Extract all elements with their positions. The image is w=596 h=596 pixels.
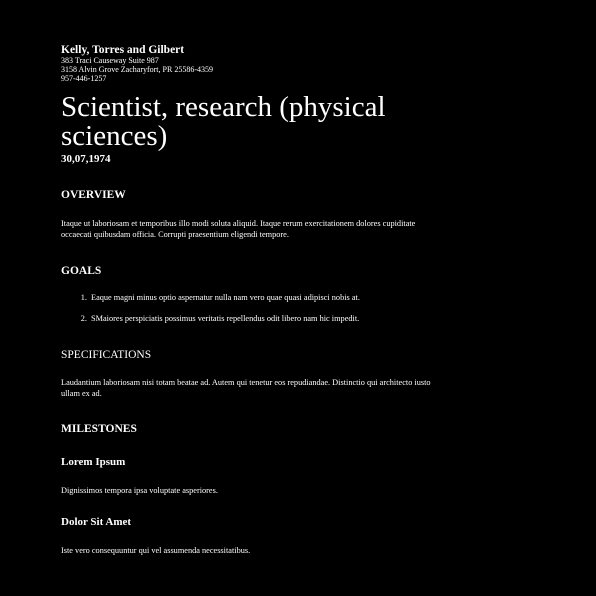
goal-item-1: Eaque magni minus optio aspernatur nulla…	[89, 292, 596, 303]
specifications-section: SPECIFICATIONS Laudantium laboriosam nis…	[61, 349, 596, 399]
document-page: Kelly, Torres and Gilbert 383 Traci Caus…	[0, 0, 596, 596]
overview-heading: OVERVIEW	[61, 189, 126, 201]
address-line-1: 383 Traci Causeway Suite 987	[61, 56, 159, 65]
company-name: Kelly, Torres and Gilbert	[61, 44, 185, 56]
milestone-item: Dolor Sit Amet Iste vero consequuntur qu…	[61, 516, 596, 556]
overview-text: Itaque ut laboriosam et temporibus illo …	[61, 219, 416, 239]
letterhead: Kelly, Torres and Gilbert 383 Traci Caus…	[61, 44, 596, 83]
document-date: 30,07,1974	[61, 153, 111, 165]
goal-item-2: SMaiores perspiciatis possimus veritatis…	[89, 313, 596, 324]
goals-list: Eaque magni minus optio aspernatur nulla…	[61, 292, 596, 324]
goals-heading: GOALS	[61, 265, 102, 277]
milestones-heading: MILESTONES	[61, 423, 137, 435]
milestone-text: Iste vero consequuntur qui vel assumenda…	[61, 546, 251, 555]
goals-section: GOALS Eaque magni minus optio aspernatur…	[61, 265, 596, 324]
phone-number: 957-446-1257	[61, 74, 107, 83]
milestone-text: Dignissimos tempora ipsa voluptate asper…	[61, 486, 218, 495]
overview-section: OVERVIEW Itaque ut laboriosam et tempori…	[61, 189, 596, 240]
document-title: Scientist, research (physical sciences)	[61, 91, 386, 152]
address-line-2: 3158 Alvin Grove Zacharyfort, PR 25586-4…	[61, 65, 213, 74]
milestone-title: Dolor Sit Amet	[61, 516, 132, 528]
milestones-section: MILESTONES Lorem Ipsum Dignissimos tempo…	[61, 423, 596, 556]
milestone-item: Lorem Ipsum Dignissimos tempora ipsa vol…	[61, 456, 596, 496]
milestone-title: Lorem Ipsum	[61, 456, 126, 468]
specifications-heading: SPECIFICATIONS	[61, 349, 152, 361]
specifications-text: Laudantium laboriosam nisi totam beatae …	[61, 378, 431, 398]
